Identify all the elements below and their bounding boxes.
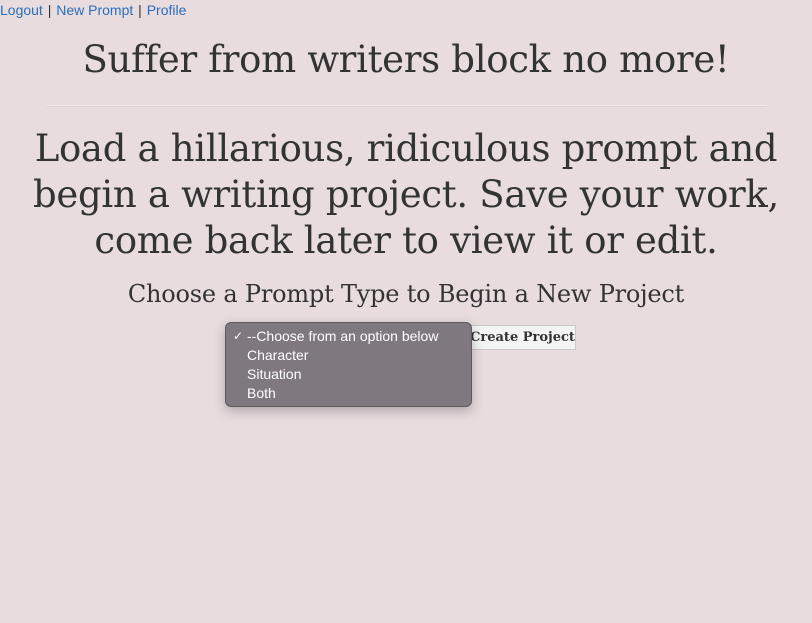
dropdown-option-label: Character xyxy=(247,347,309,363)
prompt-type-heading: Choose a Prompt Type to Begin a New Proj… xyxy=(127,280,685,308)
new-prompt-link[interactable]: New Prompt xyxy=(56,2,133,18)
create-project-button[interactable]: Create Project xyxy=(469,325,576,350)
page-headline: Suffer from writers block no more! xyxy=(82,38,730,81)
dropdown-option-placeholder[interactable]: ✓ --Choose from an option below xyxy=(226,327,471,346)
dropdown-option-label: Situation xyxy=(247,366,302,382)
nav-separator: | xyxy=(138,2,142,18)
dropdown-option-label: --Choose from an option below xyxy=(247,328,439,344)
top-nav: Logout | New Prompt | Profile xyxy=(0,2,186,18)
dropdown-option-label: Both xyxy=(247,385,276,401)
dropdown-option-character[interactable]: Character xyxy=(226,346,471,365)
logout-link[interactable]: Logout xyxy=(0,2,43,18)
divider xyxy=(46,105,766,107)
nav-separator: | xyxy=(47,2,52,18)
dropdown-option-both[interactable]: Both xyxy=(226,384,471,403)
dropdown-option-situation[interactable]: Situation xyxy=(226,365,471,384)
intro-text: Load a hillarious, ridiculous prompt and… xyxy=(32,127,780,262)
checkmark-icon: ✓ xyxy=(233,329,244,343)
prompt-type-dropdown-menu[interactable]: ✓ --Choose from an option below Characte… xyxy=(225,322,472,407)
profile-link[interactable]: Profile xyxy=(147,2,187,18)
